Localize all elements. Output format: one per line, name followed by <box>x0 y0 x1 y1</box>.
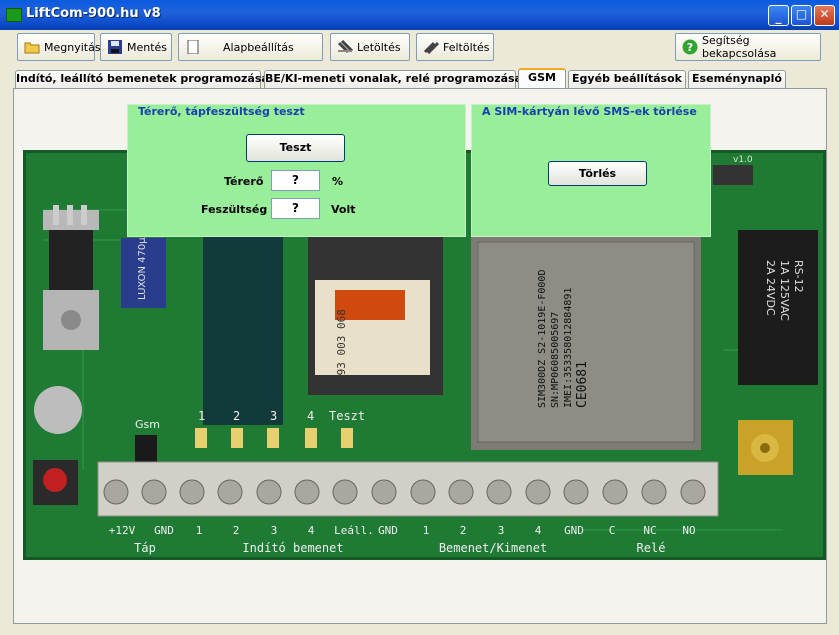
defaults-label: Alapbeállítás <box>223 40 294 54</box>
relay-line-1: RS-12 <box>792 260 805 293</box>
gsm-module-label: SIM300DZ S2-1019E-F000D SN:MP06085005697… <box>536 238 626 408</box>
defaults-button[interactable]: Alapbeállítás <box>178 33 323 61</box>
window-title: LiftCom-900.hu v8 <box>26 6 161 21</box>
module-line-3: IMEI:353358012884891 <box>563 287 574 408</box>
voltage-field: ? <box>271 198 320 219</box>
terminal-label: GND <box>154 524 174 537</box>
led-label-4: 4 <box>307 409 314 423</box>
folder-icon <box>24 40 40 54</box>
sms-delete-group: A SIM-kártyán lévő SMS-ek törlése Törlés <box>471 104 711 237</box>
terminal-label: 1 <box>196 524 203 537</box>
led-label-2: 2 <box>233 409 240 423</box>
tab-inputs[interactable]: Indító, leállító bemenetek programozása <box>15 70 269 88</box>
tab-io-relay[interactable]: BE/KI-meneti vonalak, relé programozása <box>264 70 522 88</box>
module-line-1: SIM300DZ S2-1019E-F000D <box>537 269 548 408</box>
module-line-4: CE0681 <box>575 361 590 408</box>
download-icon <box>337 39 354 54</box>
upload-label: Feltöltés <box>443 40 490 54</box>
signal-label: Térerő <box>224 175 264 188</box>
tab-other-settings[interactable]: Egyéb beállítások <box>568 70 686 88</box>
terminal-label: NO <box>682 524 695 537</box>
group-label-io: Bemenet/Kimenet <box>439 541 547 555</box>
led-label-1: 1 <box>198 409 205 423</box>
document-icon <box>185 39 201 55</box>
help-label: Segítség bekapcsolása <box>702 34 777 60</box>
voltage-label: Feszültség <box>201 203 268 216</box>
upload-button[interactable]: Feltöltés <box>416 33 494 61</box>
tab-gsm[interactable]: GSM <box>518 68 566 89</box>
tab-strip: Indító, leállító bemenetek programozása … <box>0 68 839 89</box>
save-label: Mentés <box>127 40 168 54</box>
download-button[interactable]: Letöltés <box>330 33 410 61</box>
terminal-label: Leáll. <box>334 524 374 537</box>
sim-text: 893 003 068 <box>335 309 348 382</box>
terminal-label: 3 <box>498 524 505 537</box>
close-icon: ✕ <box>819 7 830 21</box>
toolbar: Megnyitás Mentés Alapbeállítás Letöltés … <box>0 30 839 66</box>
led-label-test: Teszt <box>329 409 365 423</box>
sms-delete-title: A SIM-kártyán lévő SMS-ek törlése <box>482 105 697 118</box>
save-button[interactable]: Mentés <box>100 33 172 61</box>
svg-text:?: ? <box>687 41 693 54</box>
voltage-unit: Volt <box>331 203 356 216</box>
download-label: Letöltés <box>357 40 401 54</box>
group-label-start-input: Indító bemenet <box>242 541 343 555</box>
open-label: Megnyitás <box>44 40 101 54</box>
terminal-label: 4 <box>535 524 542 537</box>
terminal-label: 2 <box>460 524 467 537</box>
minimize-button[interactable]: _ <box>768 5 789 26</box>
app-icon <box>6 8 22 22</box>
terminal-label: 4 <box>308 524 315 537</box>
terminal-label: GND <box>378 524 398 537</box>
version-text: v1.0 <box>733 155 753 165</box>
led-label-3: 3 <box>270 409 277 423</box>
help-toggle-button[interactable]: ? Segítség bekapcsolása <box>675 33 821 61</box>
floppy-icon <box>107 40 123 54</box>
terminal-label: NC <box>643 524 656 537</box>
upload-icon <box>423 40 440 55</box>
group-label-power: Táp <box>134 541 156 555</box>
relay-line-2: 1A 125VAC <box>778 260 791 321</box>
terminal-label: 3 <box>271 524 278 537</box>
test-button[interactable]: Teszt <box>246 134 345 162</box>
delete-sms-button[interactable]: Törlés <box>548 161 647 186</box>
gsm-led-label: Gsm <box>135 418 160 431</box>
terminal-label: 1 <box>423 524 430 537</box>
module-line-2: SN:MP06085005697 <box>550 311 561 408</box>
terminal-label: C <box>609 524 616 537</box>
help-icon: ? <box>682 39 698 55</box>
relay-label: RS-12 1A 125VAC 2A 24VDC <box>745 260 805 370</box>
close-button[interactable]: ✕ <box>814 5 835 26</box>
tab-event-log[interactable]: Eseménynapló <box>688 70 786 88</box>
signal-test-group: Térerő, tápfeszültség teszt Teszt Térerő… <box>127 104 466 237</box>
terminal-label: +12V <box>109 524 136 537</box>
relay-line-3: 2A 24VDC <box>764 260 777 316</box>
terminal-label: GND <box>564 524 584 537</box>
open-button[interactable]: Megnyitás <box>17 33 101 61</box>
terminal-label: 2 <box>233 524 240 537</box>
maximize-button[interactable]: □ <box>791 5 812 26</box>
title-bar: LiftCom-900.hu v8 _ □ ✕ <box>0 0 839 30</box>
maximize-icon: □ <box>795 7 808 21</box>
signal-unit: % <box>332 175 344 188</box>
group-label-relay: Relé <box>637 541 666 555</box>
signal-test-title: Térerő, tápfeszültség teszt <box>138 105 305 118</box>
signal-field: ? <box>271 170 320 191</box>
